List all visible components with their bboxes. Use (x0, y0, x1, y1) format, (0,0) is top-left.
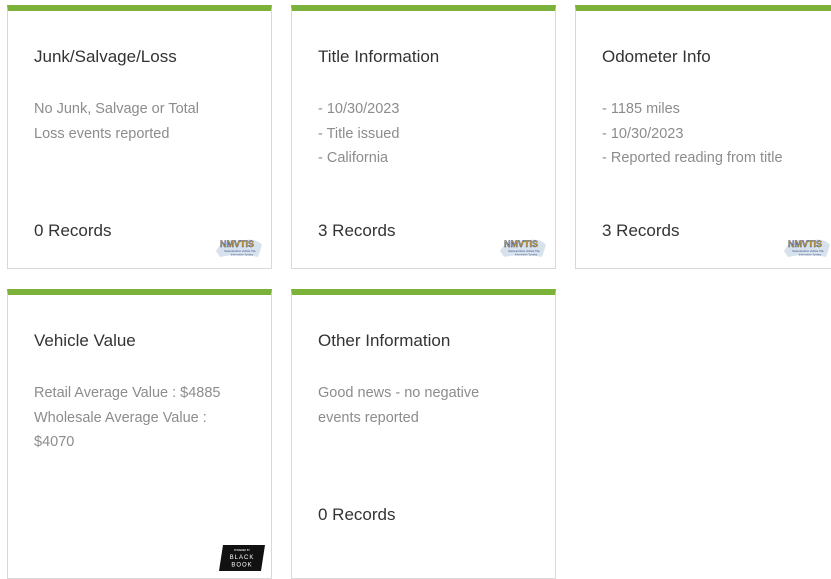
card-body: No Junk, Salvage or Total Loss events re… (34, 97, 244, 146)
card-line: - Reported reading from title (602, 150, 783, 166)
nmvtis-logo-text: NMVTIS (220, 239, 254, 249)
card-other-information: Other Information Good news - no negativ… (291, 289, 556, 579)
card-line: Good news - no negative events reported (318, 385, 480, 426)
nmvtis-logo-subtitle-1: National Motor Vehicle Title (508, 249, 540, 253)
nmvtis-logo-text: NMVTIS (504, 239, 538, 249)
nmvtis-logo-subtitle-2: Information System (231, 253, 253, 257)
card-body: Retail Average Value : $4885 Wholesale A… (34, 381, 244, 455)
card-line: - Title issued (318, 125, 400, 142)
card-body: - 10/30/2023 - Title issued - California (318, 97, 528, 171)
card-line: Retail Average Value : $4885 (34, 385, 221, 401)
black-book-line-2: BOOK (231, 563, 252, 569)
black-book-line-1: BLACK (230, 555, 255, 561)
card-line: - 1185 miles (602, 101, 680, 117)
nmvtis-logo: NMVTIS National Motor Vehicle Title Info… (784, 239, 830, 257)
card-title: Junk/Salvage/Loss (34, 47, 177, 66)
card-line: - California (318, 150, 389, 166)
card-body: Good news - no negative events reported (318, 381, 528, 430)
records-count: 3 Records (602, 221, 680, 240)
card-title-information: Title Information - 10/30/2023 - Title i… (291, 5, 556, 269)
card-title: Other Information (318, 331, 451, 350)
nmvtis-logo-subtitle-2: Information System (515, 253, 537, 257)
card-line: - 10/30/2023 (602, 125, 684, 142)
nmvtis-logo: NMVTIS National Motor Vehicle Title Info… (216, 239, 262, 257)
nmvtis-logo-subtitle-1: National Motor Vehicle Title (792, 249, 824, 253)
black-book-logo: POWERED BY BLACK BOOK (219, 545, 265, 571)
card-title: Vehicle Value (34, 331, 136, 350)
records-count: 3 Records (318, 221, 396, 240)
nmvtis-logo-subtitle-2: Information System (799, 253, 821, 257)
card-body: - 1185 miles - 10/30/2023 - Reported rea… (602, 97, 812, 171)
card-line: Wholesale Average Value : $4070 (34, 409, 207, 451)
card-line: - 10/30/2023 (318, 101, 400, 117)
records-count: 0 Records (34, 221, 112, 240)
nmvtis-logo-text: NMVTIS (788, 239, 822, 249)
card-line: No Junk, Salvage or Total Loss events re… (34, 101, 199, 142)
card-junk-salvage-loss: Junk/Salvage/Loss No Junk, Salvage or To… (7, 5, 272, 269)
card-odometer-info: Odometer Info - 1185 miles - 10/30/2023 … (575, 5, 831, 269)
nmvtis-logo: NMVTIS National Motor Vehicle Title Info… (500, 239, 546, 257)
records-count: 0 Records (318, 505, 396, 524)
card-title: Title Information (318, 47, 440, 66)
card-vehicle-value: Vehicle Value Retail Average Value : $48… (7, 289, 272, 579)
nmvtis-logo-subtitle-1: National Motor Vehicle Title (224, 249, 256, 253)
card-title: Odometer Info (602, 47, 711, 66)
